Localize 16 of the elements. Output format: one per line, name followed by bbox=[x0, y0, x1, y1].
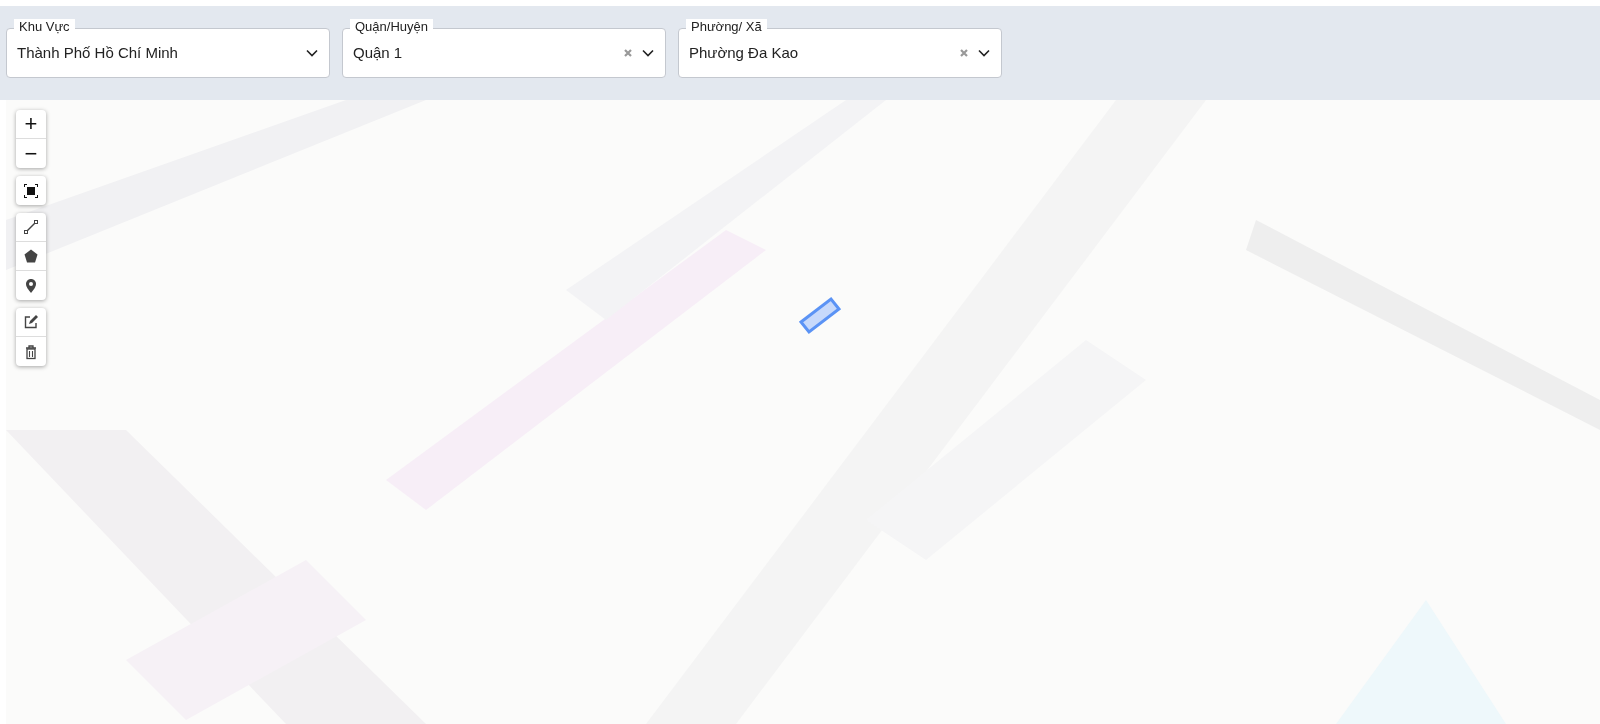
field-value: Thành Phố Hồ Chí Minh bbox=[17, 42, 179, 63]
polygon-icon bbox=[23, 248, 39, 264]
edit-icon bbox=[23, 314, 39, 330]
trash-icon bbox=[23, 343, 39, 360]
field-value: Phường Đa Kao bbox=[689, 42, 800, 63]
field-label: Khu Vực bbox=[14, 19, 75, 35]
fullscreen-icon bbox=[23, 182, 39, 199]
field-label: Phường/ Xã bbox=[686, 19, 767, 35]
zoom-in-button[interactable]: + bbox=[16, 110, 46, 139]
clear-icon[interactable] bbox=[959, 48, 969, 58]
field-value: Quận 1 bbox=[353, 42, 404, 63]
field-label: Quận/Huyện bbox=[350, 19, 433, 35]
line-icon bbox=[23, 219, 39, 235]
marker-icon bbox=[23, 277, 39, 294]
zoom-out-button[interactable]: − bbox=[16, 139, 46, 168]
clear-icon[interactable] bbox=[623, 48, 633, 58]
